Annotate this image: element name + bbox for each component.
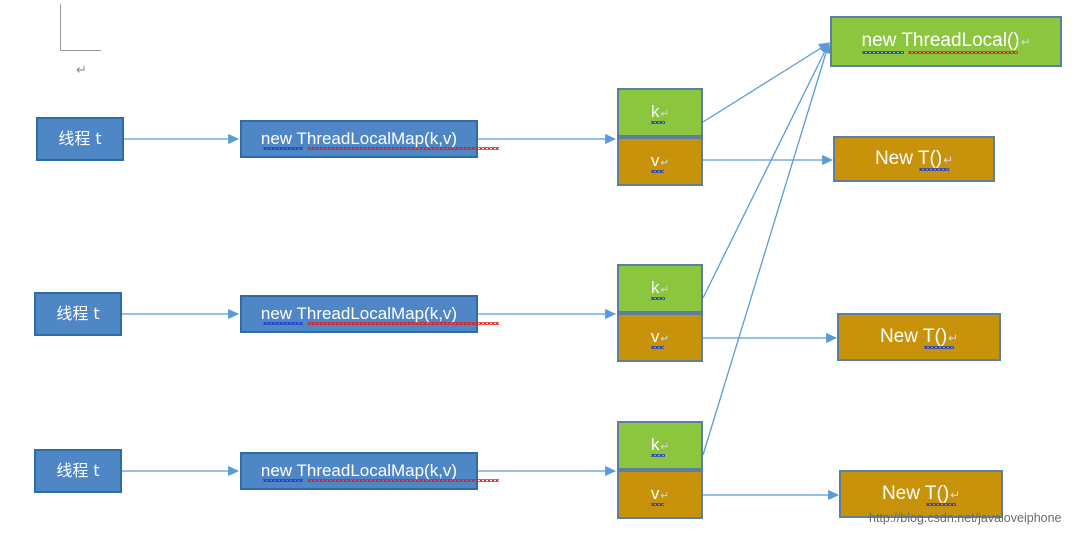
- watermark-text: http://blog.csdn.net/javaloveiphone: [869, 511, 1062, 525]
- threadlocalmap-box-3[interactable]: new ThreadLocalMap(k,v): [240, 452, 499, 490]
- value-label-1: v↵: [650, 151, 669, 173]
- shared-threadlocal-box[interactable]: new ThreadLocal()↵: [830, 16, 1062, 67]
- thread-box-3[interactable]: 线程 t: [34, 449, 122, 493]
- arrow-key-to-threadlocal-2: [702, 42, 830, 299]
- key-label-3: k↵: [650, 435, 669, 457]
- value-box-1[interactable]: v↵: [617, 137, 703, 186]
- value-box-3[interactable]: v↵: [617, 470, 703, 519]
- target-box-1[interactable]: New T()↵: [833, 136, 995, 182]
- page-margin-corner-mark: [60, 4, 101, 51]
- key-box-1[interactable]: k↵: [617, 88, 703, 137]
- key-label-1: k↵: [650, 102, 669, 124]
- thread-box-2[interactable]: 线程 t: [34, 292, 122, 336]
- arrow-key-to-threadlocal-1: [702, 42, 830, 123]
- value-label-3: v↵: [650, 484, 669, 506]
- thread-box-label-3: 线程 t: [56, 461, 100, 481]
- value-box-2[interactable]: v↵: [617, 313, 703, 362]
- thread-box-1[interactable]: 线程 t: [36, 117, 124, 161]
- paragraph-mark-icon: ↵: [76, 62, 87, 77]
- threadlocalmap-label-2: new ThreadLocalMap(k,v): [261, 304, 499, 326]
- threadlocalmap-label-3: new ThreadLocalMap(k,v): [261, 461, 499, 483]
- target-label-2: New T()↵: [880, 326, 958, 350]
- diagram-canvas: ↵ 线程 t new ThreadLocalMap(k,v) k↵ v↵ New…: [0, 0, 1072, 534]
- key-box-2[interactable]: k↵: [617, 264, 703, 313]
- key-label-2: k↵: [650, 278, 669, 300]
- threadlocalmap-box-2[interactable]: new ThreadLocalMap(k,v): [240, 295, 499, 333]
- value-label-2: v↵: [650, 327, 669, 349]
- threadlocalmap-label-1: new ThreadLocalMap(k,v): [261, 129, 499, 151]
- arrow-key-to-threadlocal-3: [702, 42, 831, 456]
- threadlocalmap-box-1[interactable]: new ThreadLocalMap(k,v): [240, 120, 499, 158]
- target-label-1: New T()↵: [875, 148, 953, 172]
- target-label-3: New T()↵: [882, 483, 960, 507]
- key-box-3[interactable]: k↵: [617, 421, 703, 470]
- thread-box-label-1: 线程 t: [58, 129, 102, 149]
- thread-box-label-2: 线程 t: [56, 304, 100, 324]
- connector-layer: [122, 42, 840, 501]
- shared-threadlocal-label: new ThreadLocal()↵: [861, 30, 1030, 54]
- target-box-2[interactable]: New T()↵: [837, 313, 1001, 361]
